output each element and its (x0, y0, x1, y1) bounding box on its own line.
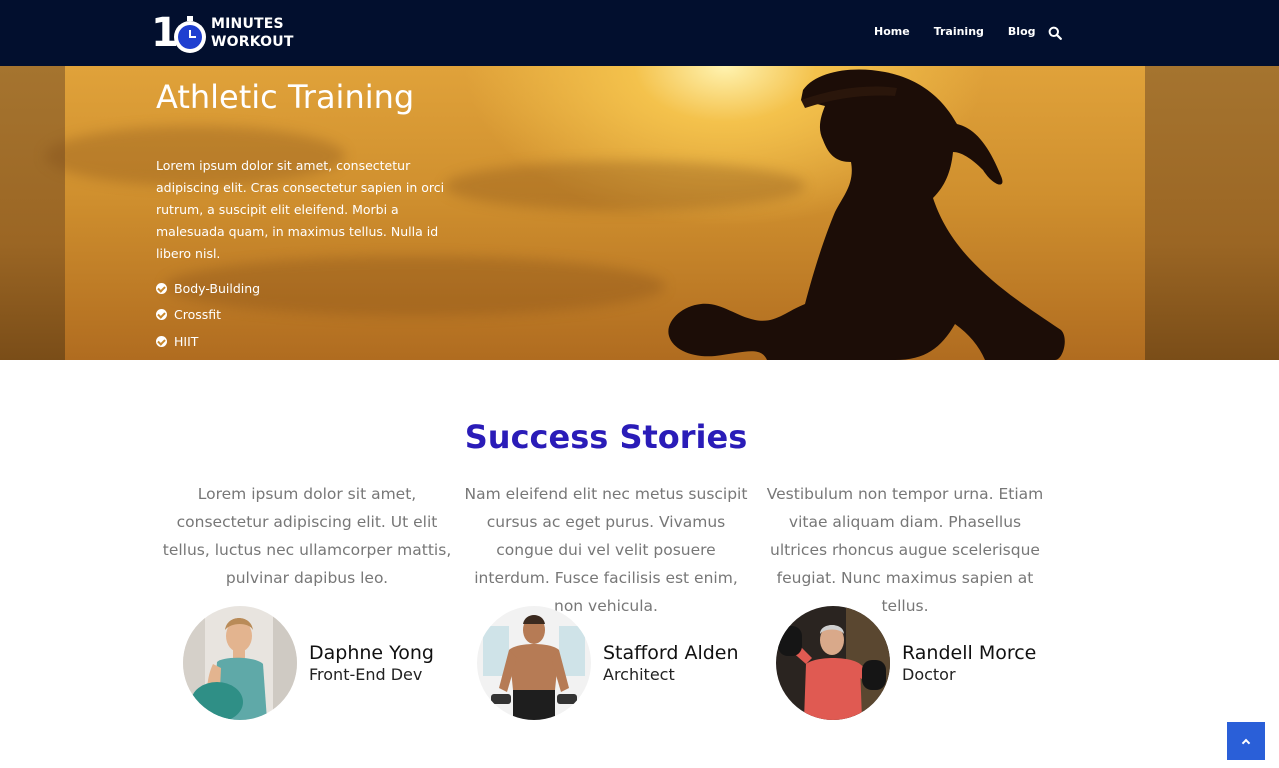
testimonial-author: Stafford Alden Architect (477, 606, 739, 720)
testimonial-text: Nam eleifend elit nec metus suscipit cur… (464, 485, 748, 615)
avatar (776, 606, 890, 720)
logo-text: MINUTES WORKOUT (211, 15, 294, 51)
list-item: HIIT (156, 328, 260, 355)
author-info: Stafford Alden Architect (603, 642, 739, 684)
testimonial-author: Daphne Yong Front-End Dev (183, 606, 434, 720)
author-role: Doctor (902, 665, 956, 684)
author-role: Architect (603, 665, 675, 684)
avatar (183, 606, 297, 720)
author-name: Randell Morce (902, 642, 1037, 664)
nav-link-blog[interactable]: Blog (1008, 25, 1036, 38)
chevron-up-icon (1241, 738, 1251, 747)
testimonial-author: Randell Morce Doctor (776, 606, 1036, 720)
scroll-to-top-button[interactable] (1227, 722, 1265, 760)
check-circle-icon (156, 282, 167, 294)
section-title-success-stories: Success Stories (464, 418, 748, 456)
author-info: Randell Morce Doctor (902, 642, 1036, 684)
author-info: Daphne Yong Front-End Dev (309, 642, 434, 684)
hero-description: Lorem ipsum dolor sit amet, consectetur … (156, 158, 445, 261)
navbar: 1 MINUTES WORKOUT Home Training Blog (0, 0, 1279, 66)
logo-line-2: WORKOUT (211, 34, 294, 50)
main-nav: Home Training Blog (874, 25, 1060, 38)
nav-link-training[interactable]: Training (934, 25, 984, 38)
author-role: Front-End Dev (309, 665, 423, 684)
stopwatch-icon (174, 16, 206, 53)
search-icon[interactable] (1048, 26, 1062, 40)
logo-line-1: MINUTES (211, 16, 284, 32)
avatar (477, 606, 591, 720)
hero-edge-left (0, 66, 65, 360)
hero-feature-list: Body-Building Crossfit HIIT (156, 275, 260, 355)
testimonial-text: Lorem ipsum dolor sit amet, consectetur … (162, 485, 452, 587)
author-name: Daphne Yong (309, 642, 434, 664)
nav-link-home[interactable]: Home (874, 25, 910, 38)
list-item-label: HIIT (174, 333, 199, 349)
author-name: Stafford Alden (603, 642, 739, 664)
testimonial-text: Vestibulum non tempor urna. Etiam vitae … (766, 485, 1044, 615)
list-item-label: Body-Building (174, 280, 261, 296)
list-item-label: Crossfit (174, 307, 222, 323)
hero-title: Athletic Training (156, 78, 415, 116)
list-item: Crossfit (156, 302, 260, 329)
check-circle-icon (156, 335, 167, 347)
logo[interactable]: 1 MINUTES WORKOUT (151, 11, 294, 55)
list-item: Body-Building (156, 275, 260, 302)
logo-mark: 1 (151, 12, 209, 54)
check-circle-icon (156, 309, 167, 321)
hero-edge-right (1145, 66, 1279, 360)
